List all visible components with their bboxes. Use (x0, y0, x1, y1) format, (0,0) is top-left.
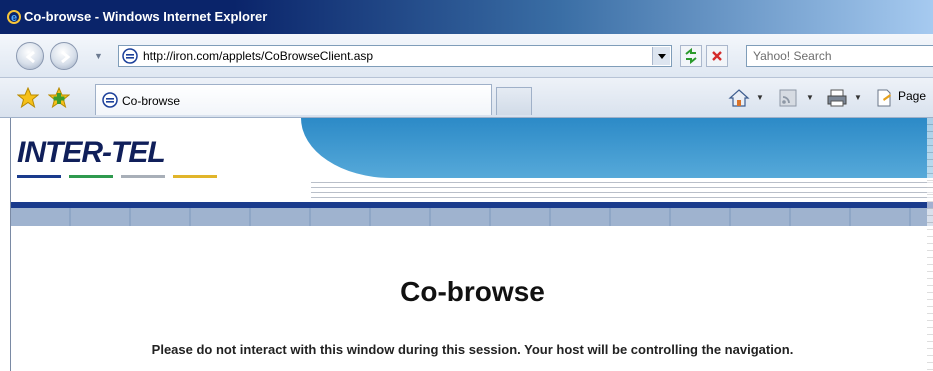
tab-label: Co-browse (122, 94, 181, 108)
ie-logo-icon: e (7, 10, 21, 24)
home-icon[interactable] (728, 88, 750, 108)
refresh-button[interactable] (680, 45, 702, 67)
page-content: INTER-TEL Co-browse Please do not intera… (10, 118, 933, 371)
feeds-dropdown-icon[interactable]: ▼ (806, 93, 814, 102)
command-bar: Co-browse ▼ ▼ ▼ Page (0, 78, 933, 118)
forward-arrow-icon (61, 50, 71, 64)
print-icon[interactable] (826, 88, 848, 108)
title-bar: e Co-browse - Windows Internet Explorer (0, 0, 933, 34)
banner-rule-lines (311, 182, 933, 202)
feeds-icon[interactable] (778, 88, 798, 108)
site-favicon-icon (122, 48, 138, 64)
back-arrow-icon (25, 50, 35, 64)
tab-favicon-icon (102, 92, 118, 108)
print-dropdown-icon[interactable]: ▼ (854, 93, 862, 102)
page-menu[interactable]: Page (898, 89, 926, 103)
recent-pages-dropdown-icon[interactable]: ▼ (94, 51, 104, 61)
address-url[interactable]: http://iron.com/applets/CoBrowseClient.a… (143, 49, 373, 63)
window-title: Co-browse - Windows Internet Explorer (24, 9, 268, 24)
forward-button[interactable] (50, 42, 78, 70)
svg-text:e: e (11, 12, 17, 24)
banner-blue-band (301, 118, 933, 178)
session-notice: Please do not interact with this window … (151, 342, 794, 357)
favorites-star-icon[interactable] (17, 87, 39, 109)
page-title: Co-browse (400, 276, 545, 307)
header-grey-stripe (11, 208, 933, 226)
new-tab-button[interactable] (496, 87, 532, 115)
inter-tel-logo: INTER-TEL (17, 136, 166, 170)
stop-icon (712, 51, 722, 61)
refresh-icon (685, 47, 697, 65)
address-bar[interactable]: http://iron.com/applets/CoBrowseClient.a… (118, 45, 672, 67)
navigation-bar: ▼ http://iron.com/applets/CoBrowseClient… (0, 34, 933, 78)
torn-edge (927, 118, 933, 371)
tab-co-browse[interactable]: Co-browse (95, 84, 492, 115)
search-placeholder[interactable]: Yahoo! Search (753, 49, 832, 63)
search-box[interactable]: Yahoo! Search (746, 45, 933, 67)
address-dropdown-button[interactable] (652, 47, 670, 65)
back-button[interactable] (16, 42, 44, 70)
logo-color-bars (17, 175, 227, 178)
logo-text: INTER-TEL (17, 136, 166, 169)
stop-button[interactable] (706, 45, 728, 67)
header-banner: INTER-TEL (11, 118, 933, 203)
home-dropdown-icon[interactable]: ▼ (756, 93, 764, 102)
add-favorites-icon[interactable] (48, 87, 70, 109)
page-icon[interactable] (874, 88, 894, 108)
